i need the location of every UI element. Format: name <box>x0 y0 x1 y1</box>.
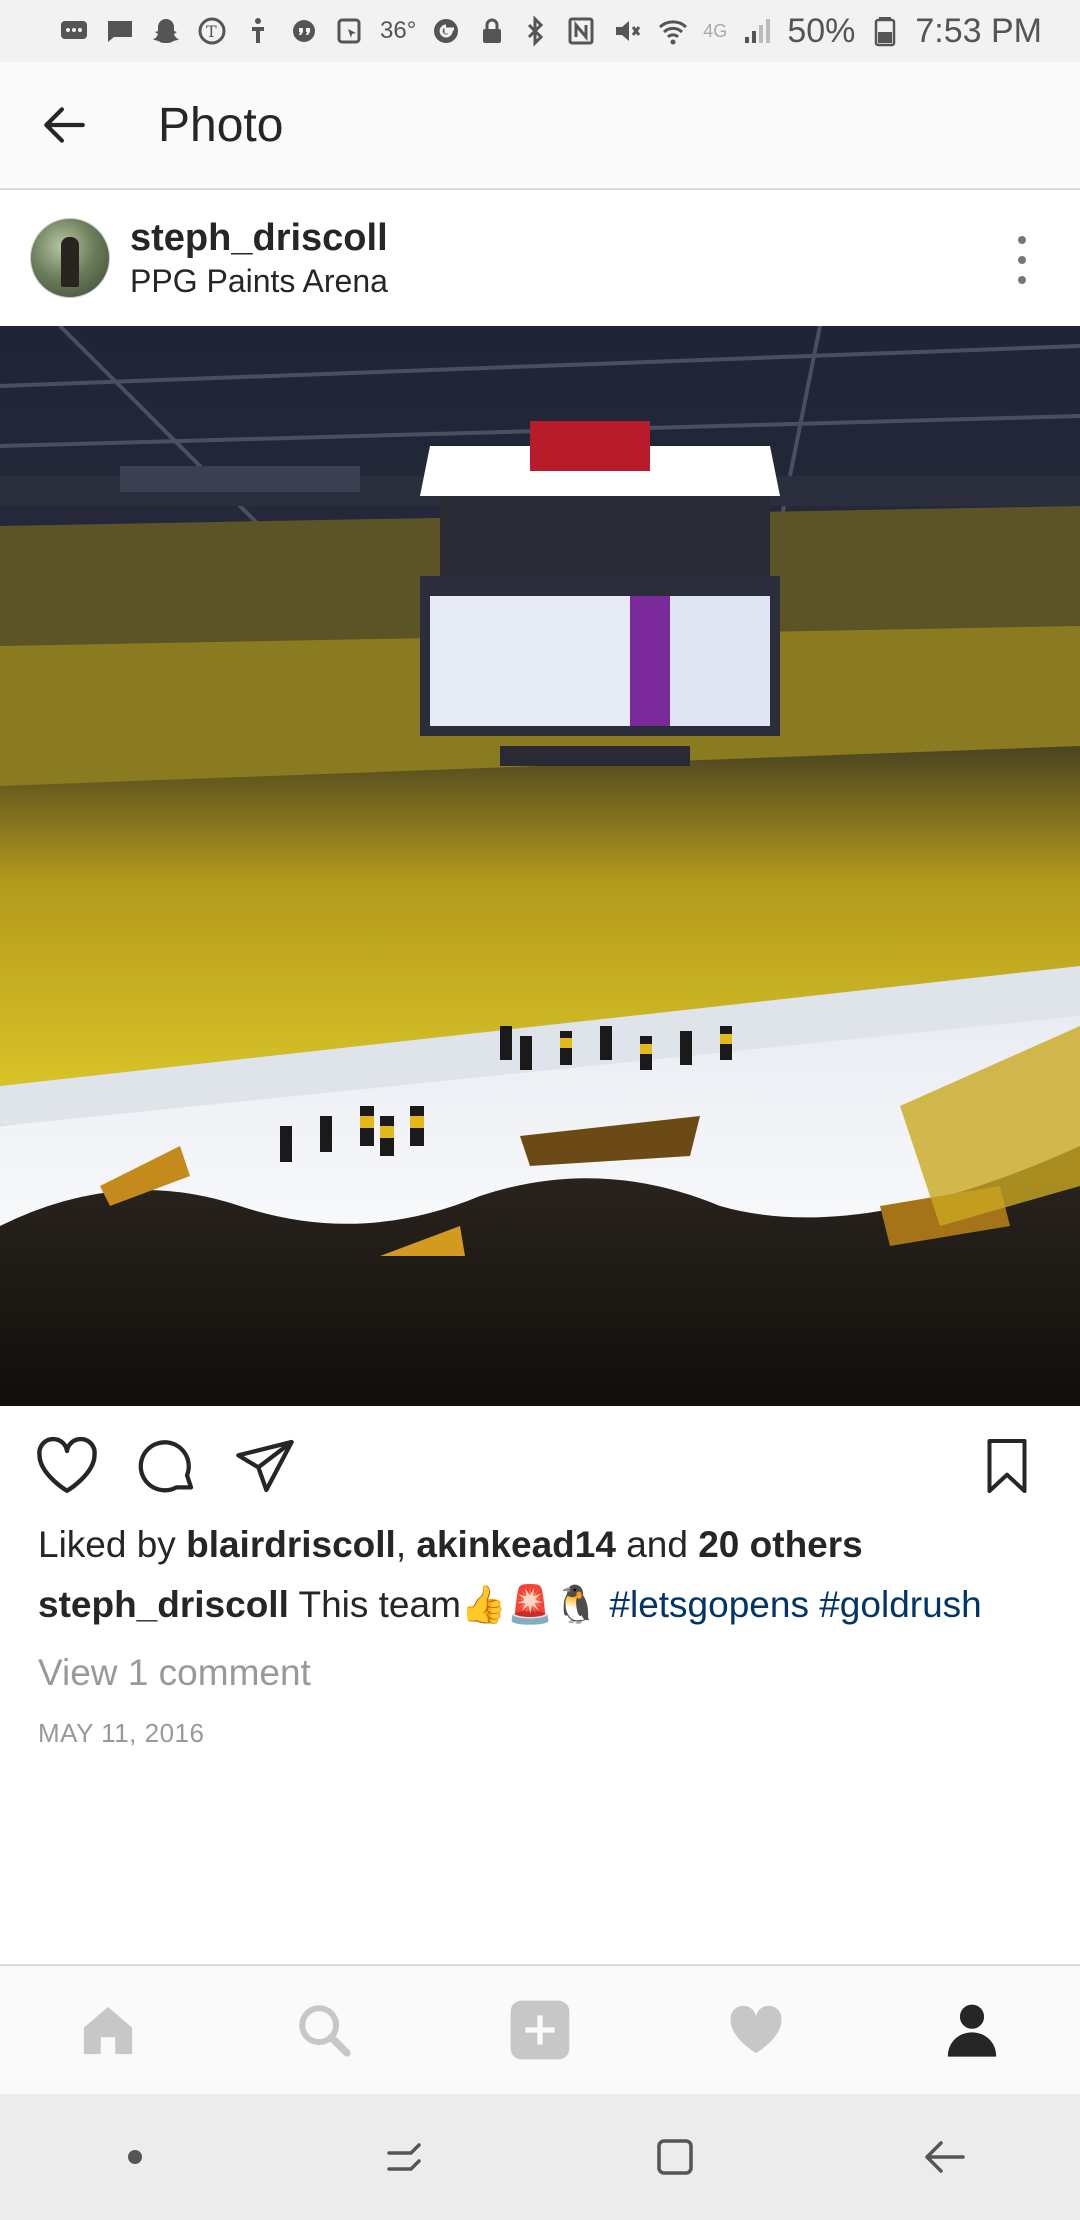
heart-icon <box>37 1436 97 1493</box>
arena-illustration <box>0 326 1080 1406</box>
likes-line: Liked by blairdriscoll, akinkead14 and 2… <box>38 1522 863 1568</box>
caption-username[interactable]: steph_driscoll <box>38 1584 289 1625</box>
speech-bubble-icon <box>138 1440 194 1493</box>
bottom-navigation <box>0 1964 1080 2094</box>
like-button[interactable] <box>32 1431 102 1501</box>
status-notifications: T 36° <box>58 15 508 47</box>
likes-others-link[interactable]: 20 others <box>698 1524 863 1565</box>
battery-icon <box>869 15 901 47</box>
nav-search[interactable] <box>279 1985 369 2075</box>
mute-icon <box>611 15 643 47</box>
wifi-icon <box>657 15 689 47</box>
more-dot <box>1018 236 1026 244</box>
system-dot-button[interactable] <box>95 2117 175 2197</box>
google-icon <box>430 15 462 47</box>
home-icon <box>83 2007 133 2055</box>
save-button[interactable] <box>972 1431 1042 1501</box>
profile-icon <box>947 2004 997 2057</box>
post-location[interactable]: PPG Paints Arena <box>130 261 388 301</box>
liker-link[interactable]: akinkead14 <box>416 1524 616 1565</box>
post-actions <box>0 1406 1080 1526</box>
screenshot-icon <box>334 15 366 47</box>
hashtag-link[interactable]: #letsgopens <box>609 1584 809 1625</box>
svg-text:T: T <box>206 22 217 41</box>
news-icon: T <box>196 15 228 47</box>
arrow-left-icon <box>44 107 85 143</box>
likes-and: and <box>615 1524 699 1565</box>
bluetooth-icon <box>519 15 551 47</box>
snapchat-icon <box>150 15 182 47</box>
post-header: steph_driscoll PPG Paints Arena <box>0 190 1080 326</box>
caption-text: This team👍🚨🐧 <box>288 1584 610 1625</box>
message-icon <box>58 15 90 47</box>
quote-icon <box>288 15 320 47</box>
likes-separator: , <box>395 1524 417 1565</box>
back-system-button[interactable] <box>905 2117 985 2197</box>
more-dot <box>1018 276 1026 284</box>
comment-button[interactable] <box>132 1431 202 1501</box>
view-comments-link[interactable]: View 1 comment <box>38 1652 311 1694</box>
avatar[interactable] <box>30 218 110 298</box>
post-caption: steph_driscoll This team👍🚨🐧 #letsgopens … <box>38 1582 982 1628</box>
share-button[interactable] <box>230 1431 300 1501</box>
signal-icon <box>741 15 773 47</box>
recents-button[interactable] <box>365 2117 445 2197</box>
post-author-block: steph_driscoll PPG Paints Arena <box>130 215 388 301</box>
nfc-icon <box>565 15 597 47</box>
square-icon <box>657 2139 693 2175</box>
bookmark-icon <box>987 1439 1027 1493</box>
paper-plane-icon <box>236 1439 294 1493</box>
clock-text: 7:53 PM <box>915 11 1042 50</box>
status-bar: T 36° 4G 50% 7:53 PM <box>0 0 1080 62</box>
home-system-button[interactable] <box>635 2117 715 2197</box>
page-title: Photo <box>158 98 284 152</box>
accessibility-icon <box>242 15 274 47</box>
post-date: MAY 11, 2016 <box>38 1718 205 1748</box>
status-system: 4G 50% 7:53 PM <box>519 12 1042 51</box>
top-app-bar: Photo <box>0 62 1080 190</box>
search-icon <box>299 2005 351 2057</box>
hashtag-link[interactable]: #goldrush <box>819 1584 982 1625</box>
add-post-icon <box>510 2000 570 2060</box>
post-photo[interactable] <box>0 326 1080 1406</box>
lock-icon <box>476 15 508 47</box>
system-navigation <box>0 2094 1080 2220</box>
scoreboard <box>420 421 780 766</box>
network-type-text: 4G <box>703 20 728 41</box>
back-arrow-icon <box>925 2141 965 2173</box>
battery-percent: 50% <box>787 11 856 50</box>
nav-new-post[interactable] <box>495 1985 585 2075</box>
likes-prefix: Liked by <box>38 1524 187 1565</box>
nav-activity[interactable] <box>711 1985 801 2075</box>
nav-home[interactable] <box>63 1985 153 2075</box>
recents-icon <box>387 2143 421 2171</box>
dot-icon <box>128 2150 142 2164</box>
heart-icon <box>730 2005 782 2053</box>
post-username[interactable]: steph_driscoll <box>130 215 388 261</box>
more-dot <box>1018 256 1026 264</box>
more-options-button[interactable] <box>1010 236 1034 284</box>
temperature-text: 36° <box>380 17 417 44</box>
liker-link[interactable]: blairdriscoll <box>186 1524 396 1565</box>
chat-icon <box>104 15 136 47</box>
back-button[interactable] <box>32 93 96 157</box>
nav-profile[interactable] <box>927 1985 1017 2075</box>
